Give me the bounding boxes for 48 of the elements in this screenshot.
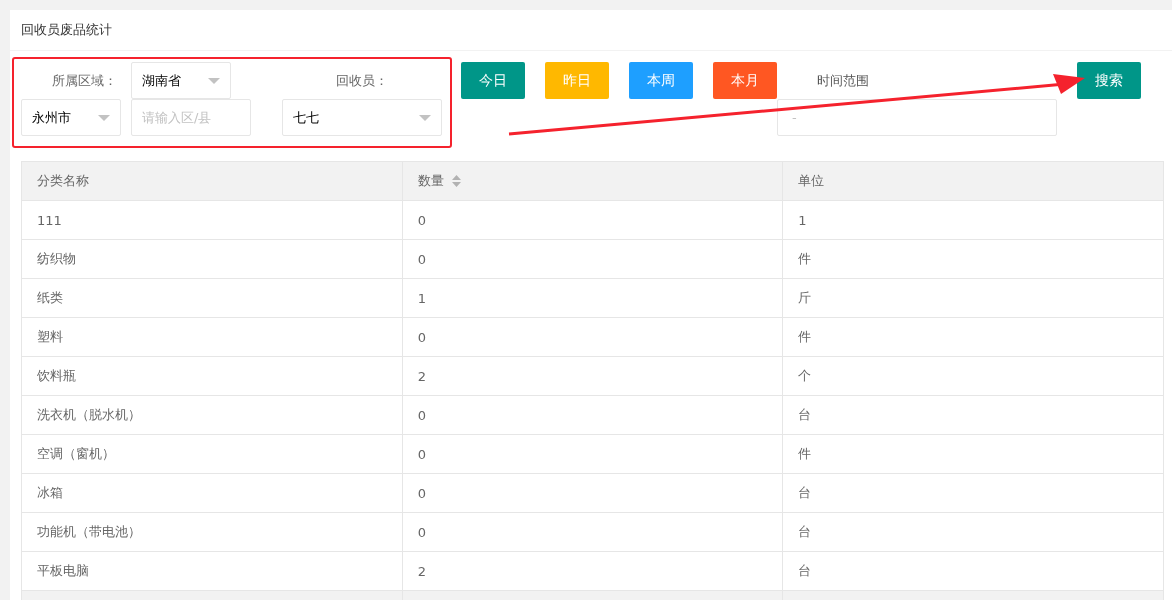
table-cell: 0 [402, 200, 783, 240]
table-cell: 0 [402, 317, 783, 357]
table-cell: 功能机（带电池） [21, 512, 403, 552]
table-cell: 0 [402, 395, 783, 435]
date-preset-button[interactable]: 本周 [629, 62, 693, 99]
table-cell: 0 [402, 434, 783, 474]
table-cell: 平板电脑 [21, 551, 403, 591]
table-cell: 冰箱 [21, 473, 403, 513]
table-cell: 空调（窗机） [21, 434, 403, 474]
date-range-label: 时间范围 [816, 71, 870, 90]
table-cell: 件 [782, 434, 1164, 474]
date-preset-button[interactable]: 今日 [461, 62, 525, 99]
table-cell: 111 [21, 200, 403, 240]
region-label: 所属区域： [51, 71, 118, 90]
table-cell: 1 [782, 200, 1164, 240]
table-cell: 0 [402, 239, 783, 279]
table-cell: 台 [782, 473, 1164, 513]
table-cell: 2 [402, 551, 783, 591]
column-header: 单位 [782, 161, 1164, 201]
collector-label: 回收员： [335, 71, 389, 90]
table-cell: 台 [782, 395, 1164, 435]
date-preset-button[interactable]: 本月 [713, 62, 777, 99]
table-cell: 饮料瓶 [21, 356, 403, 396]
table-cell: 1 [402, 278, 783, 318]
table-cell: 洗衣机（脱水机） [21, 395, 403, 435]
table-cell: 斤 [782, 278, 1164, 318]
province-select[interactable]: 湖南省 [131, 62, 231, 99]
search-button[interactable]: 搜索 [1077, 62, 1141, 99]
dropdown-caret-icon [419, 114, 431, 121]
city-select[interactable]: 永州市 [21, 99, 121, 136]
table-cell: 个 [782, 356, 1164, 396]
dropdown-caret-icon [98, 114, 110, 121]
table-cell: 件 [782, 317, 1164, 357]
table-cell: 纺织物 [21, 239, 403, 279]
table-cell: 0 [402, 512, 783, 552]
collector-select[interactable]: 七七 [282, 99, 442, 136]
table-cell: 0 [402, 473, 783, 513]
table-cell: 件 [782, 239, 1164, 279]
sort-icon[interactable] [451, 175, 461, 187]
table-cell: 纸类 [21, 278, 403, 318]
table-cell: 塑料 [21, 317, 403, 357]
column-header: 分类名称 [21, 161, 403, 201]
column-header[interactable]: 数量 [402, 161, 783, 201]
table-cell: 2 [402, 356, 783, 396]
dropdown-caret-icon [208, 77, 220, 84]
table-cell: 台 [782, 512, 1164, 552]
page-title: 回收员废品统计 [21, 21, 112, 39]
table-cell: 台 [782, 551, 1164, 591]
